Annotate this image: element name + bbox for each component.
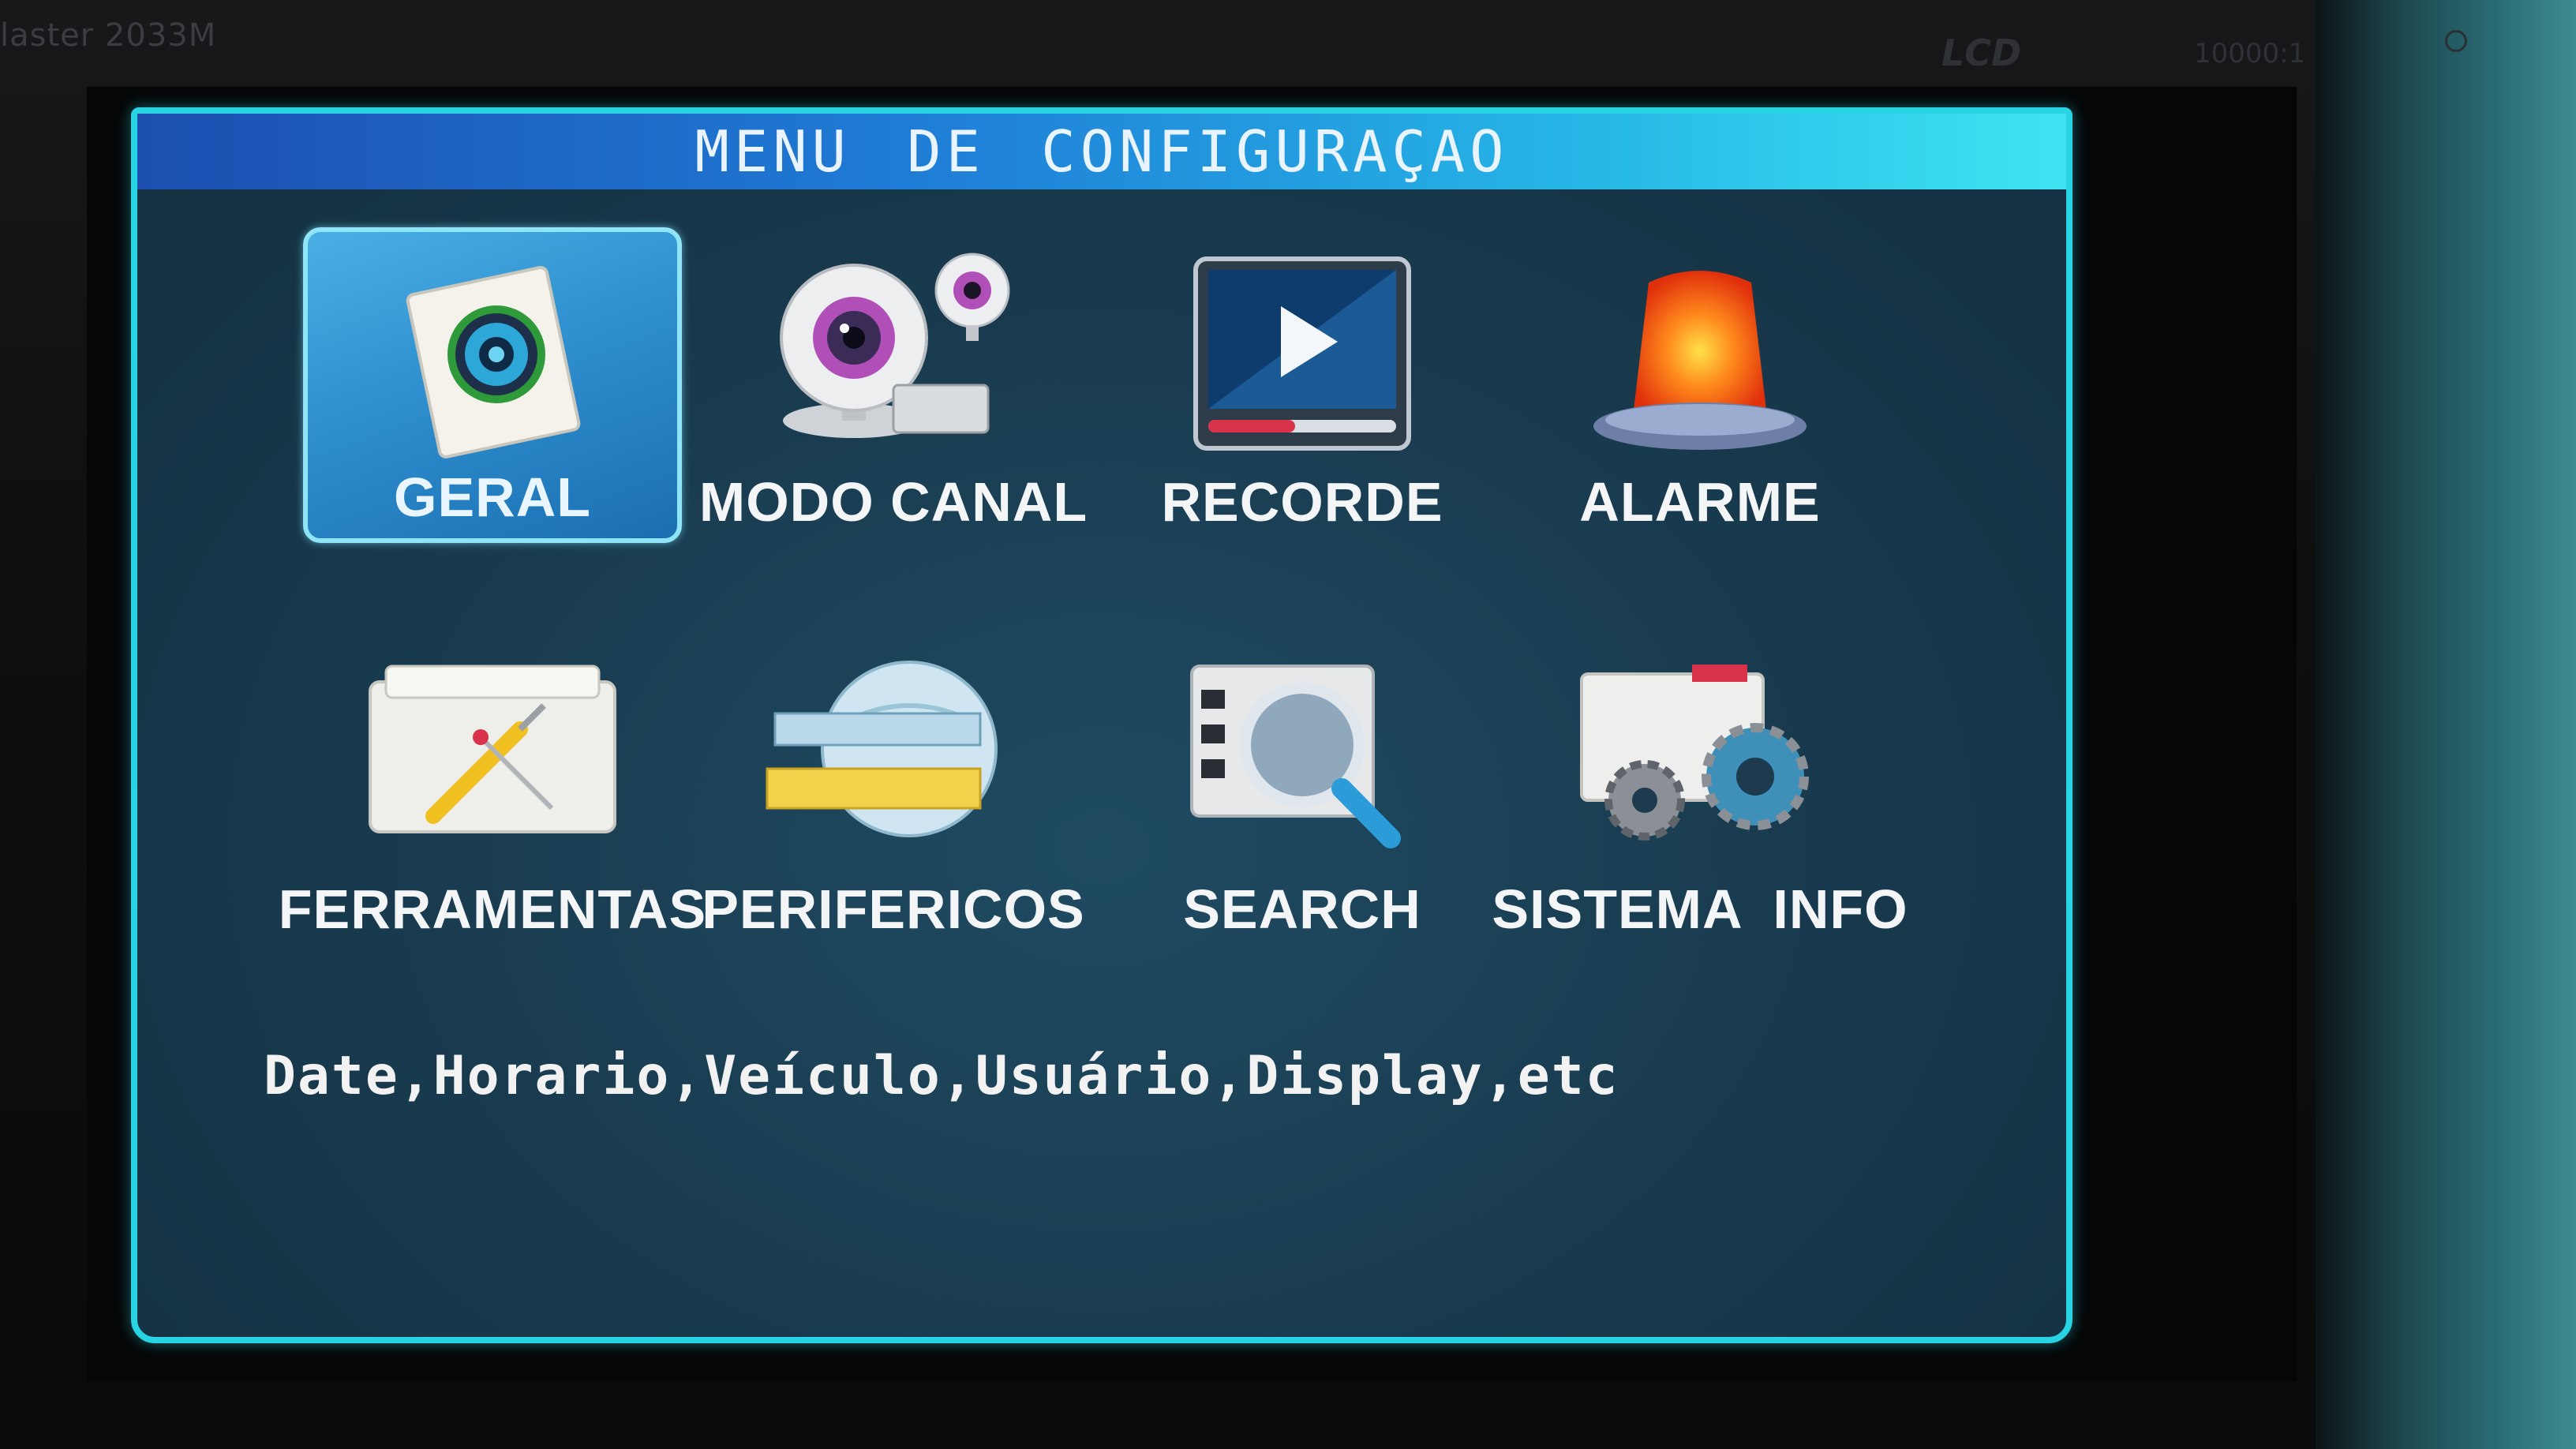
settings-document-icon — [406, 265, 581, 459]
menu-item-alarme[interactable]: ALARME — [1511, 227, 1889, 543]
menu-item-label: RECORDE — [1161, 471, 1443, 533]
menu-item-label: MODO CANAL — [698, 471, 1088, 533]
contrast-ratio-label: 10000:1 — [2194, 38, 2306, 69]
alarm-beacon-icon — [1593, 271, 1807, 450]
menu-item-label: FERRAMENTAS — [278, 878, 707, 940]
menu-item-label: SEARCH — [1183, 878, 1421, 940]
power-indicator-icon — [2445, 30, 2467, 52]
selected-item-description: Date,Horario,Veículo,Usuário,Display,etc — [264, 1045, 1619, 1107]
background-wall — [2316, 0, 2576, 1449]
menu-item-label: PERIFERICOS — [702, 878, 1085, 940]
globe-peripherals-icon — [766, 661, 998, 837]
menu-item-perifericos[interactable]: PERIFERICOS — [702, 635, 1085, 950]
menu-title: MENU DE CONFIGURAÇAO — [695, 118, 1509, 185]
toolbox-icon — [369, 665, 616, 833]
menu-title-bar: MENU DE CONFIGURAÇAO — [137, 114, 2066, 189]
menu-item-ferramentas[interactable]: FERRAMENTAS — [279, 635, 706, 950]
magnifier-film-icon — [1190, 665, 1401, 848]
video-play-icon — [1193, 256, 1411, 451]
monitor-bezel: laster 2033M LCD 10000:1 MENU DE CONFIGU… — [0, 0, 2576, 1449]
webcam-icon — [780, 253, 1010, 438]
monitor-brand-label: laster 2033M — [0, 17, 217, 54]
menu-item-label: GERAL — [394, 466, 591, 528]
system-gears-icon — [1580, 665, 1809, 841]
menu-item-search[interactable]: SEARCH — [1113, 635, 1492, 950]
menu-item-geral[interactable]: GERAL — [303, 227, 682, 543]
menu-item-recorde[interactable]: RECORDE — [1113, 227, 1492, 543]
config-menu-panel: MENU DE CONFIGURAÇAO GERAL MODO CANAL RE… — [131, 107, 2072, 1343]
menu-item-sistema-info[interactable]: SISTEMA INFO — [1492, 635, 1908, 950]
menu-item-label: SISTEMA INFO — [1492, 878, 1908, 940]
lcd-logo: LCD — [1941, 32, 2022, 74]
menu-item-label: ALARME — [1579, 471, 1821, 533]
menu-item-modo-canal[interactable]: MODO CANAL — [699, 227, 1087, 543]
